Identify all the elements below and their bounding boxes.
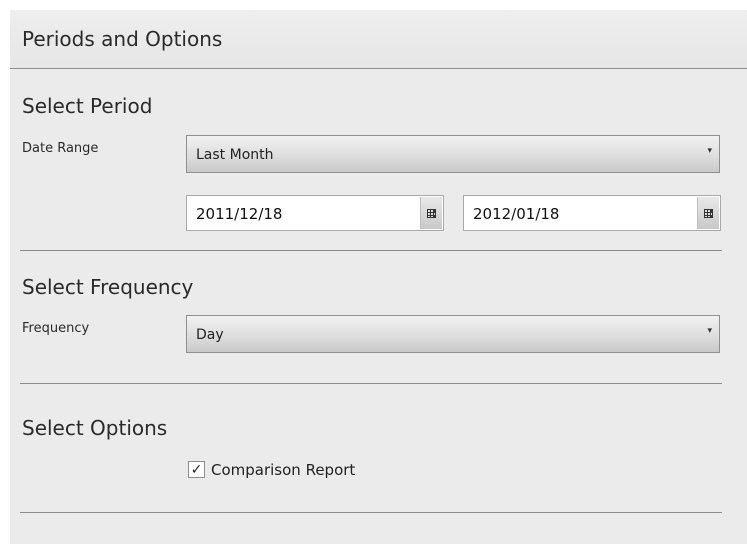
calendar-icon[interactable] [420, 197, 442, 229]
checkmark-icon: ✓ [190, 461, 203, 478]
date-range-value: Last Month [196, 147, 274, 163]
start-date-value: 2011/12/18 [196, 205, 283, 223]
section-divider [20, 383, 722, 384]
select-period-heading: Select Period [22, 94, 153, 118]
end-date-input[interactable]: 2012/01/18 [463, 195, 721, 231]
panel-header: Periods and Options [10, 10, 747, 69]
chevron-down-icon: ▾ [707, 146, 712, 156]
chevron-down-icon: ▾ [707, 326, 712, 336]
date-range-label: Date Range [22, 141, 99, 156]
comparison-report-label[interactable]: Comparison Report [211, 461, 355, 479]
frequency-dropdown[interactable]: Day ▾ [186, 315, 720, 353]
periods-options-panel: Periods and Options Select Period Date R… [10, 10, 747, 544]
section-divider [20, 512, 722, 513]
end-date-value: 2012/01/18 [473, 205, 560, 223]
frequency-value: Day [196, 327, 224, 343]
section-divider [20, 250, 722, 251]
date-range-dropdown[interactable]: Last Month ▾ [186, 135, 720, 173]
select-frequency-heading: Select Frequency [22, 275, 194, 299]
comparison-report-checkbox[interactable]: ✓ [188, 461, 205, 478]
select-options-heading: Select Options [22, 416, 168, 440]
frequency-label: Frequency [22, 321, 90, 336]
calendar-icon[interactable] [697, 197, 719, 229]
panel-title: Periods and Options [22, 27, 223, 51]
start-date-input[interactable]: 2011/12/18 [186, 195, 444, 231]
